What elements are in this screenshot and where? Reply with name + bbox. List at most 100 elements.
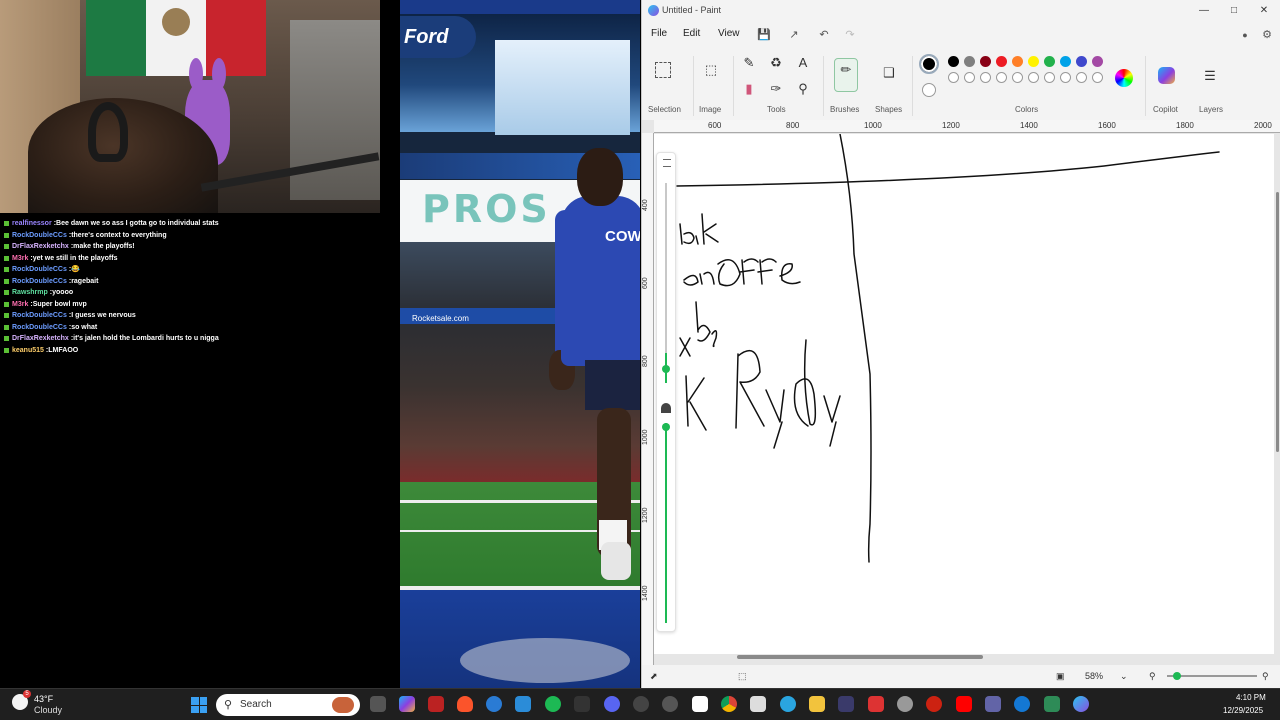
palette-color[interactable]: [996, 56, 1007, 67]
red-app-icon[interactable]: [868, 696, 884, 712]
notepad-icon[interactable]: [1044, 696, 1060, 712]
eraser-icon[interactable]: ▮: [738, 78, 760, 100]
palette-color[interactable]: [1012, 56, 1023, 67]
palette-color[interactable]: [1044, 56, 1055, 67]
drawing-canvas[interactable]: [654, 134, 1274, 654]
chat-username[interactable]: keanu515: [12, 345, 44, 357]
minimize-button[interactable]: —: [1194, 3, 1214, 19]
settings-gear-icon[interactable]: ⚙: [1259, 27, 1275, 43]
taskbar-search[interactable]: ⚲ Search: [216, 694, 360, 716]
chat-username[interactable]: DrFlaxRexketchx: [12, 241, 69, 253]
selection-icon[interactable]: [655, 62, 671, 78]
task-view-icon[interactable]: [370, 696, 386, 712]
copilot-icon[interactable]: [1158, 67, 1175, 84]
steam-icon[interactable]: [692, 696, 708, 712]
chat-username[interactable]: Rawshrmp: [12, 287, 48, 299]
palette-color[interactable]: [1028, 72, 1039, 83]
fill-bucket-icon[interactable]: ♻: [765, 52, 787, 74]
fit-to-window-icon[interactable]: ▣: [1056, 671, 1065, 682]
teams-icon[interactable]: [985, 696, 1001, 712]
media-player-icon[interactable]: [838, 696, 854, 712]
zoom-level[interactable]: 58%: [1085, 671, 1103, 681]
brush-size-slider[interactable]: [656, 152, 676, 632]
redo-icon[interactable]: ↷: [842, 27, 858, 43]
palette-color[interactable]: [1092, 56, 1103, 67]
palette-color[interactable]: [996, 72, 1007, 83]
palette-color[interactable]: [1060, 56, 1071, 67]
spotify-icon[interactable]: [545, 696, 561, 712]
palette-color[interactable]: [1028, 56, 1039, 67]
menu-edit[interactable]: Edit: [683, 28, 700, 39]
layers-icon[interactable]: ☰: [1199, 65, 1221, 87]
obs-icon[interactable]: [633, 696, 649, 712]
palette-color[interactable]: [1076, 56, 1087, 67]
palette-color[interactable]: [1012, 72, 1023, 83]
palette-color[interactable]: [948, 56, 959, 67]
palette-color[interactable]: [964, 56, 975, 67]
undo-icon[interactable]: ↶: [816, 27, 832, 43]
zoom-slider[interactable]: [1167, 672, 1257, 680]
maximize-button[interactable]: □: [1224, 3, 1244, 19]
edge-active-icon[interactable]: [1014, 696, 1030, 712]
menu-view[interactable]: View: [718, 28, 740, 39]
zoom-dropdown-icon[interactable]: ⌄: [1120, 671, 1128, 682]
magnifier-icon[interactable]: ⚲: [792, 78, 814, 100]
paint-taskbar-icon[interactable]: [1073, 696, 1089, 712]
image-icon[interactable]: ⬚: [700, 59, 722, 81]
palette-color[interactable]: [1092, 72, 1103, 83]
window-app-icon[interactable]: [750, 696, 766, 712]
youtube-icon[interactable]: [956, 696, 972, 712]
title-bar[interactable]: Untitled - Paint — □ ✕: [642, 0, 1280, 22]
menu-file[interactable]: File: [651, 28, 667, 39]
chat-username[interactable]: M3rk: [12, 253, 28, 265]
weather-condition[interactable]: Cloudy: [34, 705, 62, 715]
color-picker-icon[interactable]: ✑: [765, 78, 787, 100]
start-button[interactable]: [191, 697, 207, 713]
chat-username[interactable]: realfinessor: [12, 218, 52, 230]
clock-time[interactable]: 4:10 PM: [1236, 693, 1266, 702]
opera-icon[interactable]: [926, 696, 942, 712]
primary-color-swatch[interactable]: [919, 54, 939, 74]
app-circle-icon[interactable]: [662, 696, 678, 712]
brushes-icon[interactable]: ✏: [834, 58, 858, 92]
chat-username[interactable]: M3rk: [12, 299, 28, 311]
file-explorer-icon[interactable]: [809, 696, 825, 712]
chat-username[interactable]: DrFlaxRexketchx: [12, 333, 69, 345]
photos-icon[interactable]: [515, 696, 531, 712]
save-icon[interactable]: 💾: [756, 27, 772, 43]
brave-browser-icon[interactable]: [457, 696, 473, 712]
pencil-icon[interactable]: ✎: [738, 52, 760, 74]
palette-color[interactable]: [964, 72, 975, 83]
clock-date[interactable]: 12/29/2025: [1223, 706, 1263, 715]
text-icon[interactable]: A: [792, 52, 814, 74]
brush-size-thumb[interactable]: [662, 365, 670, 373]
palette-color[interactable]: [1060, 72, 1071, 83]
palette-color[interactable]: [980, 56, 991, 67]
palette-color[interactable]: [980, 72, 991, 83]
secondary-color-swatch[interactable]: [922, 83, 936, 97]
telegram-icon[interactable]: [780, 696, 796, 712]
shield-app-icon[interactable]: [897, 696, 913, 712]
palette-color[interactable]: [1044, 72, 1055, 83]
chat-username[interactable]: RockDoubleCCs: [12, 310, 67, 322]
weather-temp[interactable]: 43°F: [34, 694, 53, 704]
chrome-icon[interactable]: [721, 696, 737, 712]
copilot-taskbar-icon[interactable]: [399, 696, 415, 712]
horizontal-scrollbar[interactable]: [737, 655, 983, 659]
app-icon[interactable]: [574, 696, 590, 712]
shapes-icon[interactable]: ❑: [878, 62, 900, 84]
chat-username[interactable]: RockDoubleCCs: [12, 322, 67, 334]
palette-color[interactable]: [1076, 72, 1087, 83]
chat-username[interactable]: RockDoubleCCs: [12, 276, 67, 288]
close-button[interactable]: ✕: [1254, 3, 1274, 19]
opacity-thumb[interactable]: [662, 423, 670, 431]
edge-browser-icon[interactable]: [486, 696, 502, 712]
edit-colors-icon[interactable]: [1115, 69, 1133, 87]
palette-color[interactable]: [948, 72, 959, 83]
chat-username[interactable]: RockDoubleCCs: [12, 230, 67, 242]
chat-username[interactable]: RockDoubleCCs: [12, 264, 67, 276]
game-app-icon[interactable]: [428, 696, 444, 712]
account-icon[interactable]: ●: [1237, 27, 1253, 43]
zoom-out-icon[interactable]: ⚲: [1149, 671, 1156, 682]
zoom-in-icon[interactable]: ⚲: [1262, 671, 1269, 682]
